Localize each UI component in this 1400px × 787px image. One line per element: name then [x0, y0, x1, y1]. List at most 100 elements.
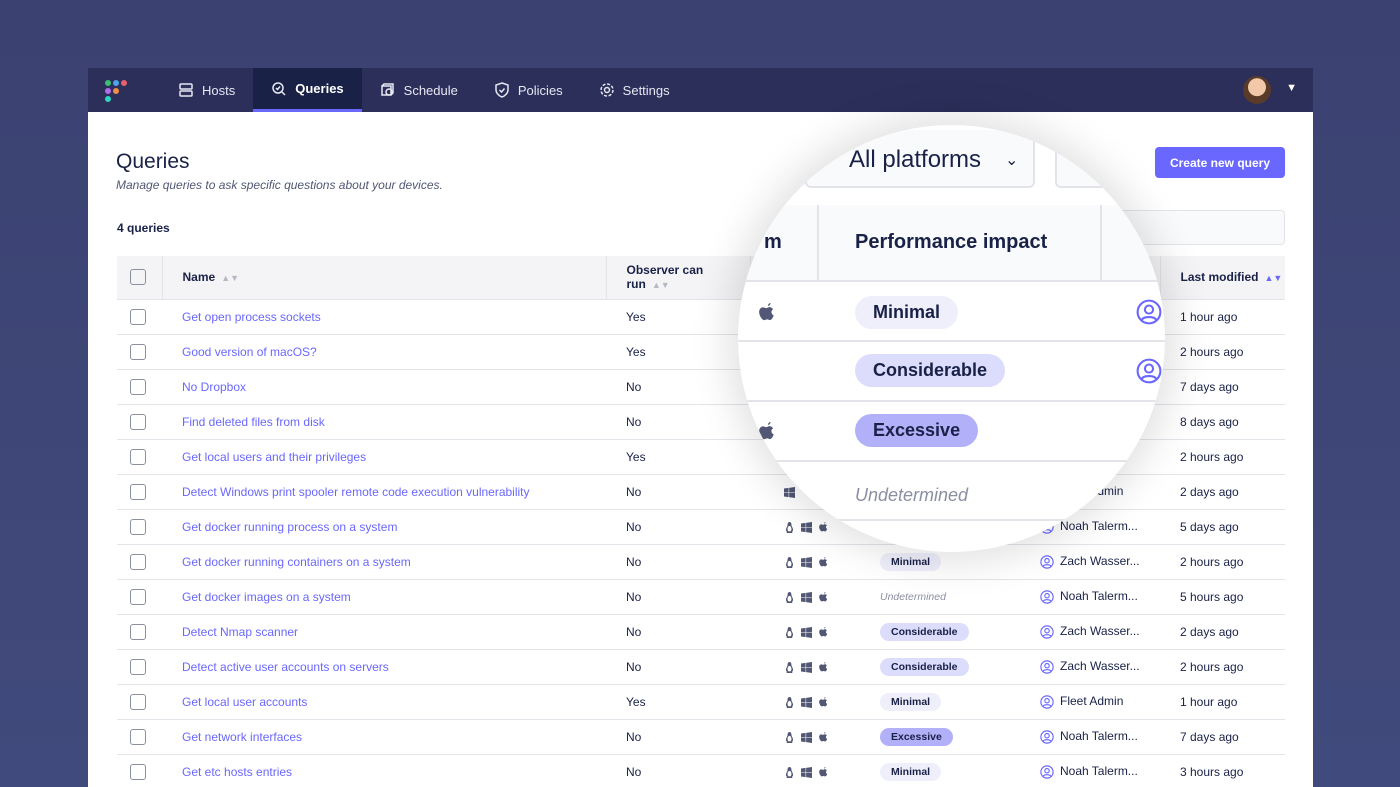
- query-name-link[interactable]: Get docker running process on a system: [182, 520, 397, 534]
- row-checkbox[interactable]: [130, 658, 146, 675]
- page-title: Queries: [116, 150, 190, 173]
- row-checkbox[interactable]: [130, 413, 146, 430]
- observer-can-run: Yes: [606, 299, 750, 335]
- sort-icon: ▲▼: [221, 273, 240, 284]
- author: Zach Wasser...: [1030, 544, 1160, 580]
- row-checkbox[interactable]: [130, 588, 146, 605]
- row-checkbox[interactable]: [130, 728, 146, 745]
- query-name-link[interactable]: Get docker images on a system: [182, 590, 351, 604]
- tab-policies[interactable]: Policies: [476, 68, 581, 112]
- column-last-modified[interactable]: Last modified ▲▼: [1160, 256, 1285, 300]
- row-checkbox[interactable]: [130, 448, 146, 465]
- author: Noah Talerm...: [1030, 754, 1160, 787]
- query-name-link[interactable]: Detect active user accounts on servers: [182, 660, 389, 674]
- query-count: 4 queries: [117, 221, 170, 235]
- performance-impact: Minimal: [860, 754, 1030, 787]
- magnifier-lens: All platforms ⌄ m Performance impact Min…: [738, 125, 1165, 552]
- last-modified: 2 days ago: [1160, 474, 1285, 510]
- query-name-link[interactable]: Detect Nmap scanner: [182, 625, 298, 639]
- table-row[interactable]: Get local user accounts Yes Minimal Flee…: [117, 684, 1285, 720]
- observer-can-run: No: [606, 509, 750, 545]
- table-row[interactable]: Get etc hosts entries No Minimal Noah Ta…: [117, 754, 1285, 787]
- top-nav: Hosts Queries Schedule Policies Settings ▼: [88, 68, 1313, 112]
- column-name[interactable]: Name ▲▼: [162, 256, 607, 300]
- apple-icon: [819, 521, 828, 532]
- tab-schedule[interactable]: Schedule: [362, 68, 476, 112]
- row-checkbox[interactable]: [130, 763, 146, 780]
- table-row[interactable]: Detect Nmap scanner No Considerable Zach…: [117, 614, 1285, 650]
- last-modified: 2 hours ago: [1160, 544, 1285, 580]
- apple-icon: [819, 766, 828, 777]
- performance-impact: Undetermined: [860, 579, 1030, 615]
- chevron-down-icon: ⌄: [1005, 152, 1019, 169]
- user-icon: [1136, 299, 1165, 325]
- query-name-link[interactable]: Get open process sockets: [182, 310, 321, 324]
- table-row[interactable]: Get docker images on a system No Undeter…: [117, 579, 1285, 615]
- performance-impact: Minimal: [860, 684, 1030, 720]
- query-name-link[interactable]: Get etc hosts entries: [182, 765, 292, 779]
- platform-filter-dropdown[interactable]: All platforms ⌄: [805, 130, 1035, 188]
- linux-icon: [785, 731, 794, 743]
- table-row[interactable]: Get docker running containers on a syste…: [117, 544, 1285, 580]
- row-checkbox[interactable]: [130, 623, 146, 640]
- last-modified: 2 hours ago: [1160, 439, 1285, 475]
- windows-icon: [801, 556, 812, 568]
- row-checkbox[interactable]: [130, 518, 146, 535]
- query-name-link[interactable]: Find deleted files from disk: [182, 415, 325, 429]
- table-row[interactable]: Get docker running process on a system N…: [117, 509, 1285, 545]
- windows-icon: [801, 731, 812, 743]
- fleet-logo[interactable]: [88, 68, 160, 112]
- gear-icon: [599, 83, 614, 97]
- impact-badge: Undetermined: [855, 485, 969, 505]
- row-checkbox[interactable]: [130, 483, 146, 500]
- apple-icon: [819, 591, 828, 602]
- table-row[interactable]: Detect active user accounts on servers N…: [117, 649, 1285, 685]
- table-row[interactable]: Get network interfaces No Excessive Noah…: [117, 719, 1285, 755]
- apple-icon: [819, 556, 828, 567]
- query-name-link[interactable]: Get docker running containers on a syste…: [182, 555, 411, 569]
- row-checkbox[interactable]: [130, 378, 146, 395]
- observer-can-run: No: [606, 754, 750, 787]
- author: Zach Wasser...: [1030, 614, 1160, 650]
- observer-can-run: No: [606, 404, 750, 440]
- chevron-down-icon[interactable]: ▼: [1286, 82, 1297, 94]
- apple-icon: [819, 661, 828, 672]
- avatar[interactable]: [1243, 76, 1271, 104]
- query-name-link[interactable]: Detect Windows print spooler remote code…: [182, 485, 530, 499]
- last-modified: 8 days ago: [1160, 404, 1285, 440]
- tab-settings[interactable]: Settings: [581, 68, 688, 112]
- search-input[interactable]: [1055, 130, 1165, 188]
- query-name-link[interactable]: Get local users and their privileges: [182, 450, 366, 464]
- queries-icon: [272, 81, 286, 96]
- row-checkbox[interactable]: [130, 693, 146, 710]
- row-checkbox[interactable]: [130, 308, 146, 325]
- apple-icon: [819, 626, 828, 637]
- last-modified: 2 days ago: [1160, 614, 1285, 650]
- observer-can-run: Yes: [606, 439, 750, 475]
- observer-can-run: Yes: [606, 334, 750, 370]
- last-modified: 5 days ago: [1160, 509, 1285, 545]
- linux-icon: [785, 591, 794, 603]
- query-name-link[interactable]: Good version of macOS?: [182, 345, 317, 359]
- query-name-link[interactable]: Get network interfaces: [182, 730, 302, 744]
- windows-icon: [801, 696, 812, 708]
- tab-hosts[interactable]: Hosts: [160, 68, 253, 112]
- platforms: [750, 579, 860, 615]
- user-icon: [1040, 730, 1054, 744]
- query-name-link[interactable]: Get local user accounts: [182, 695, 307, 709]
- page-subtitle: Manage queries to ask specific questions…: [116, 178, 443, 192]
- linux-icon: [785, 556, 794, 568]
- select-all-checkbox[interactable]: [117, 256, 163, 300]
- tab-queries[interactable]: Queries: [253, 68, 362, 112]
- linux-icon: [785, 661, 794, 673]
- query-name-link[interactable]: No Dropbox: [182, 380, 246, 394]
- last-modified: 7 days ago: [1160, 719, 1285, 755]
- create-new-query-button[interactable]: Create new query: [1155, 147, 1285, 178]
- row-checkbox[interactable]: [130, 343, 146, 360]
- column-observer[interactable]: Observer can run ▲▼: [606, 256, 751, 300]
- author: Zach Wasser...: [1030, 649, 1160, 685]
- row-checkbox[interactable]: [130, 553, 146, 570]
- performance-impact: Excessive: [860, 719, 1030, 755]
- windows-icon: [801, 591, 812, 603]
- sort-icon: ▲▼: [651, 280, 670, 291]
